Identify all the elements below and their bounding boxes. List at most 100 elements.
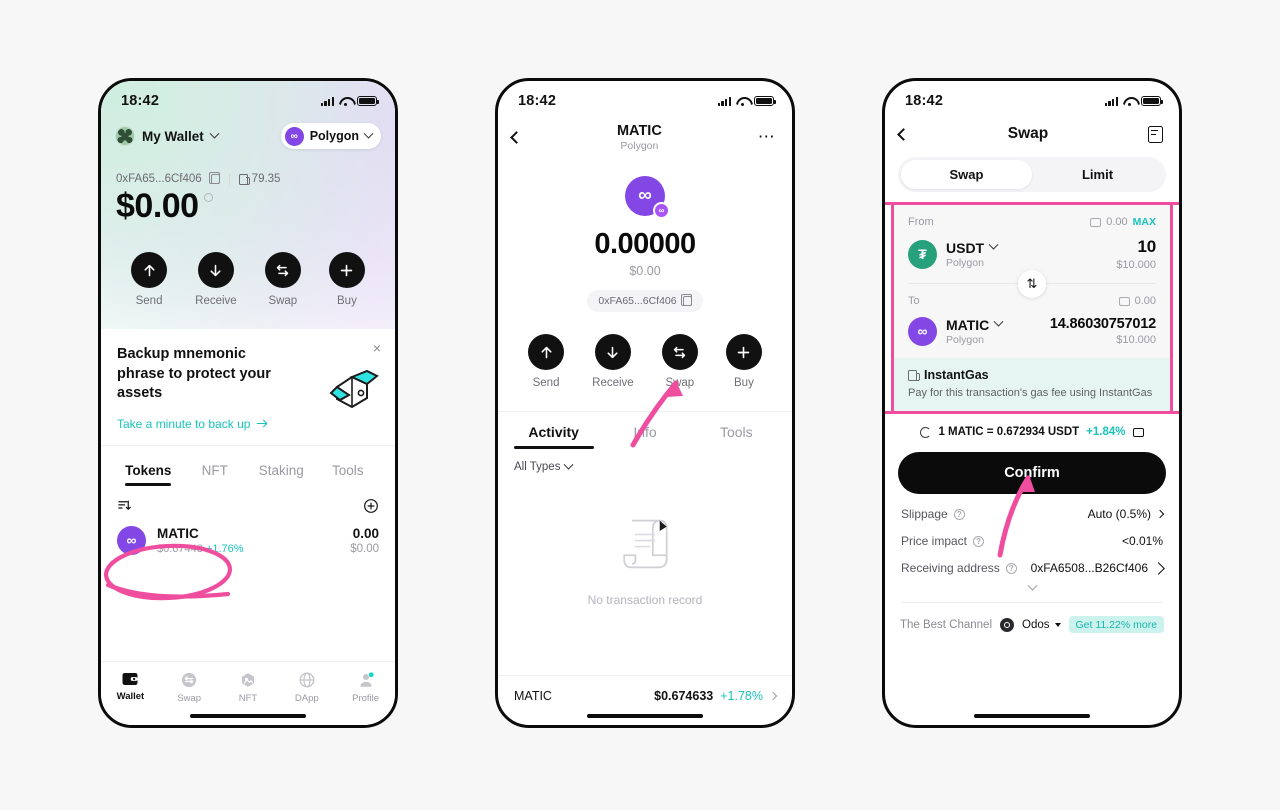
globe-icon (299, 672, 315, 688)
from-label: From (908, 216, 934, 228)
nav-dapp[interactable]: DApp (277, 671, 336, 704)
detail-value-block: <0.01% (1122, 534, 1163, 548)
signal-icon (320, 96, 334, 106)
best-channel-row[interactable]: The Best Channel Odos Get 11.22% more (885, 603, 1179, 633)
action-send[interactable]: Send (528, 334, 565, 389)
nav-bar-2: MATIC Polygon ⋯ (498, 115, 792, 152)
tab-swap[interactable]: Swap (901, 160, 1032, 189)
plus-icon (725, 334, 762, 370)
nav-bar-3: Swap (885, 115, 1179, 143)
swap-rate-icon[interactable] (1132, 427, 1144, 437)
detail-price-impact: Price impact ? <0.01% (885, 521, 1179, 548)
confirm-button[interactable]: Confirm (898, 452, 1166, 494)
action-swap[interactable]: Swap (264, 252, 301, 307)
max-button[interactable]: MAX (1133, 216, 1156, 228)
back-icon[interactable] (897, 127, 910, 141)
to-symbol: MATIC (946, 316, 990, 333)
backup-title: Backup mnemonic phrase to protect your a… (117, 346, 271, 402)
detail-value: <0.01% (1121, 534, 1163, 548)
swap-arrows-icon (661, 334, 698, 370)
network-selector[interactable]: ∞ Polygon (280, 123, 381, 149)
history-icon[interactable] (1147, 125, 1163, 143)
detail-slippage[interactable]: Slippage ? Auto (0.5%) (885, 494, 1179, 521)
nav-swap[interactable]: Swap (160, 671, 219, 704)
to-usd: $10.000 (1116, 334, 1156, 346)
quick-actions-2: Send Receive Swap Buy (498, 312, 792, 389)
help-icon[interactable]: ? (1005, 562, 1017, 574)
status-bar-3: 18:42 (885, 81, 1179, 115)
help-icon[interactable]: ? (973, 535, 985, 547)
wallet-icon (1118, 296, 1130, 306)
page-title: MATIC (616, 123, 662, 139)
address-chip[interactable]: 0xFA65...6Cf406 (587, 290, 703, 312)
nav-nft[interactable]: NFT (219, 671, 278, 704)
detail-tabs: Activity Info Tools (498, 411, 792, 449)
add-token-icon[interactable] (363, 498, 379, 514)
footer-price: $0.674633 (654, 689, 714, 703)
action-receive[interactable]: Receive (592, 334, 634, 389)
status-bar-1: 18:42 (101, 81, 395, 115)
action-buy[interactable]: Buy (328, 252, 365, 307)
nav-profile[interactable]: Profile (336, 671, 395, 704)
edit-icon[interactable] (1152, 561, 1165, 575)
action-swap[interactable]: Swap (661, 334, 698, 389)
tab-tools[interactable]: Tools (315, 452, 382, 486)
tab-nft[interactable]: NFT (182, 452, 249, 486)
sort-icon[interactable] (117, 498, 132, 513)
chevron-right-icon (1155, 509, 1165, 519)
footer-price-row[interactable]: MATIC $0.674633 +1.78% (498, 675, 792, 703)
refresh-icon (920, 426, 932, 438)
action-label: Receive (592, 377, 634, 389)
odos-icon (1000, 617, 1015, 632)
nav-wallet[interactable]: Wallet (101, 671, 160, 702)
wallet-selector[interactable]: My Wallet (115, 126, 220, 146)
more-options-icon[interactable]: ⋯ (758, 128, 776, 145)
eye-toggle-icon[interactable] (203, 193, 213, 202)
chevron-right-icon (768, 691, 778, 701)
close-icon[interactable]: × (373, 341, 381, 355)
screen-swap: 18:42 Swap Swap Limit From 0.00 MAX ₮ US… (885, 81, 1179, 725)
expand-details-button[interactable] (885, 575, 1179, 592)
instant-gas-banner[interactable]: InstantGas Pay for this transaction's ga… (894, 358, 1170, 411)
backup-banner[interactable]: × Backup mnemonic phrase to protect your… (101, 329, 395, 445)
nav-label: Wallet (116, 691, 145, 702)
filter-all-types[interactable]: All Types (498, 449, 792, 473)
rate-text: 1 MATIC = 0.672934 USDT (938, 426, 1080, 438)
detail-label: Price impact (901, 534, 968, 548)
chevron-down-icon (993, 316, 1004, 327)
action-send[interactable]: Send (131, 252, 168, 307)
tab-staking[interactable]: Staking (248, 452, 315, 486)
help-icon[interactable]: ? (953, 508, 965, 520)
tab-limit[interactable]: Limit (1032, 160, 1163, 189)
token-row-matic[interactable]: ∞ MATIC $0.67448 +1.76% 0.00 $0.00 (101, 517, 395, 555)
from-symbol-row: USDT (946, 240, 999, 256)
wallet-name: My Wallet (142, 128, 204, 144)
swap-direction-button[interactable]: ⇅ (1018, 270, 1046, 298)
network-label: Polygon (309, 129, 359, 143)
to-label: To (908, 295, 920, 307)
chevron-down-icon (1054, 622, 1061, 627)
tab-tokens[interactable]: Tokens (115, 452, 182, 486)
nav-label: NFT (238, 693, 258, 704)
status-icons (717, 95, 776, 107)
polygon-icon: ∞ (908, 316, 937, 346)
tab-info[interactable]: Info (599, 412, 690, 449)
arrow-right-icon (256, 419, 268, 428)
to-token-selector[interactable]: ∞ MATIC Polygon (908, 316, 1004, 346)
tab-activity[interactable]: Activity (508, 412, 599, 449)
chevron-down-icon (363, 128, 374, 139)
from-amount-block[interactable]: 10 $10.000 (1116, 237, 1156, 271)
to-amount-block: 14.86030757012 $10.000 (1050, 316, 1156, 346)
to-symbol-row: MATIC (946, 316, 1004, 333)
page-subtitle: Polygon (620, 140, 659, 152)
action-receive[interactable]: Receive (195, 252, 237, 307)
status-time: 18:42 (121, 93, 160, 109)
tab-tools[interactable]: Tools (691, 412, 782, 449)
detail-receiving-address[interactable]: Receiving address ? 0xFA6508...B26Cf406 (885, 548, 1179, 575)
channel-name-block[interactable]: Odos (1022, 619, 1061, 631)
action-buy[interactable]: Buy (725, 334, 762, 389)
from-token-selector[interactable]: ₮ USDT Polygon (908, 239, 999, 269)
copy-icon[interactable] (208, 172, 220, 184)
rate-row[interactable]: 1 MATIC = 0.672934 USDT +1.84% (885, 426, 1179, 438)
gas-indicator[interactable]: 79.35 (238, 173, 280, 185)
